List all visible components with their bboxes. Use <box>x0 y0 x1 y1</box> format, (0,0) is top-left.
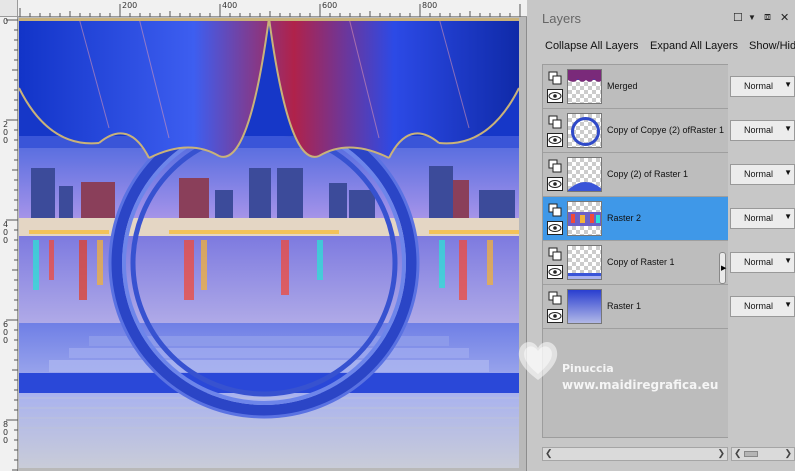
layer-group-icon[interactable] <box>548 203 562 217</box>
visibility-eye-icon[interactable] <box>547 265 563 279</box>
layer-name[interactable]: Copy (2) of Raster 1 <box>607 169 688 179</box>
ruler-left-label: 2 0 0 <box>3 120 9 145</box>
panel-splitter-handle[interactable]: ▶ <box>719 252 726 284</box>
layer-row-copy-2-of-raster-1[interactable]: Copy (2) of Raster 1 <box>543 153 748 197</box>
panel-header: Layers ☐ ▼ ⧈ ✕ <box>528 0 795 34</box>
chevron-down-icon: ▼ <box>784 256 792 265</box>
layers-toolbar: Collapse All Layers Expand All Layers Sh… <box>528 36 795 58</box>
pin-icon[interactable]: ⧈ <box>764 11 771 24</box>
layer-name[interactable]: Copy of Copye (2) ofRaster 1 <box>607 125 724 135</box>
ruler-top-label: 200 <box>122 1 138 10</box>
blend-mode-dropdown[interactable]: Normal ▼ <box>730 252 795 273</box>
layer-thumbnail <box>567 157 602 192</box>
layers-panel: Layers ☐ ▼ ⧈ ✕ Collapse All Layers Expan… <box>528 0 795 471</box>
layer-row-raster-1[interactable]: Raster 1 <box>543 285 748 329</box>
ruler-left-label: 6 0 0 <box>3 320 9 345</box>
visibility-eye-icon[interactable] <box>547 221 563 235</box>
blend-mode-dropdown[interactable]: Normal ▼ <box>730 208 795 229</box>
expand-all-layers-button[interactable]: Expand All Layers <box>650 40 738 52</box>
blend-mode-value: Normal <box>744 81 774 91</box>
collapse-all-layers-button[interactable]: Collapse All Layers <box>545 40 639 52</box>
layer-group-icon[interactable] <box>548 115 562 129</box>
blend-mode-value: Normal <box>744 257 774 267</box>
blend-mode-value: Normal <box>744 125 774 135</box>
canvas-area[interactable]: 200 400 600 800 0 2 0 0 4 0 0 6 0 0 8 0 … <box>0 0 527 471</box>
chevron-down-icon: ▼ <box>784 124 792 133</box>
visibility-eye-icon[interactable] <box>547 177 563 191</box>
ruler-corner <box>0 0 18 17</box>
layer-group-icon[interactable] <box>548 291 562 305</box>
layer-thumbnail <box>567 69 602 104</box>
ruler-left-label: 0 <box>3 17 9 26</box>
scrollbar-thumb[interactable] <box>744 451 758 457</box>
ruler-top-label: 800 <box>422 1 438 10</box>
document-canvas[interactable] <box>19 18 519 468</box>
horizontal-scrollbar-blend[interactable]: ❮ ❯ <box>731 447 795 461</box>
layer-name[interactable]: Copy of Raster 1 <box>607 257 675 267</box>
blend-mode-value: Normal <box>744 169 774 179</box>
ruler-top-label: 600 <box>322 1 338 10</box>
layer-group-icon[interactable] <box>548 247 562 261</box>
scroll-right-icon[interactable]: ❯ <box>717 448 725 459</box>
psp-workspace: 200 400 600 800 0 2 0 0 4 0 0 6 0 0 8 0 … <box>0 0 795 471</box>
layer-group-icon[interactable] <box>548 71 562 85</box>
visibility-eye-icon[interactable] <box>547 309 563 323</box>
show-hide-button[interactable]: Show/Hide <box>749 40 795 52</box>
layer-group-icon[interactable] <box>548 159 562 173</box>
layer-thumbnail <box>567 113 602 148</box>
blend-mode-dropdown[interactable]: Normal ▼ <box>730 76 795 97</box>
artwork-image <box>19 18 519 468</box>
layer-row-copy-of-copye-2-of-raster-1[interactable]: Copy of Copye (2) ofRaster 1 <box>543 109 748 153</box>
layer-row-raster-2[interactable]: Raster 2 <box>543 197 748 241</box>
layer-name[interactable]: Merged <box>607 81 638 91</box>
blend-mode-column: Normal ▼ Normal ▼ Normal ▼ Normal ▼ Normal ▼ … <box>728 64 795 438</box>
layer-thumbnail <box>567 245 602 280</box>
visibility-eye-icon[interactable] <box>547 89 563 103</box>
blend-mode-dropdown[interactable]: Normal ▼ <box>730 296 795 317</box>
chevron-down-icon: ▼ <box>784 168 792 177</box>
blend-mode-dropdown[interactable]: Normal ▼ <box>730 164 795 185</box>
layers-list[interactable]: Merged Copy of Copye (2) ofRaster 1 Copy… <box>542 64 748 438</box>
layer-row-copy-of-raster-1[interactable]: Copy of Raster 1 <box>543 241 748 285</box>
scroll-left-icon[interactable]: ❮ <box>545 448 553 459</box>
horizontal-scrollbar[interactable]: ❮ ❯ <box>542 447 728 461</box>
panel-title: Layers <box>542 11 582 26</box>
ruler-left-label: 8 0 0 <box>3 420 9 445</box>
blend-mode-value: Normal <box>744 301 774 311</box>
layer-name[interactable]: Raster 2 <box>607 213 641 223</box>
blend-mode-value: Normal <box>744 213 774 223</box>
chevron-down-icon: ▼ <box>784 212 792 221</box>
scroll-left-icon[interactable]: ❮ <box>734 448 742 459</box>
chevron-down-icon: ▼ <box>784 80 792 89</box>
blend-mode-dropdown[interactable]: Normal ▼ <box>730 120 795 141</box>
layer-thumbnail <box>567 201 602 236</box>
visibility-eye-icon[interactable] <box>547 133 563 147</box>
maximize-icon[interactable]: ☐ <box>733 11 743 24</box>
layer-name[interactable]: Raster 1 <box>607 301 641 311</box>
layer-thumbnail <box>567 289 602 324</box>
scroll-right-icon[interactable]: ❯ <box>784 448 792 459</box>
ruler-left: 0 2 0 0 4 0 0 6 0 0 8 0 0 <box>0 17 18 471</box>
close-icon[interactable]: ✕ <box>780 11 789 24</box>
ruler-top-label: 400 <box>222 1 238 10</box>
ruler-left-label: 4 0 0 <box>3 220 9 245</box>
chevron-down-icon: ▼ <box>784 300 792 309</box>
layer-row-merged[interactable]: Merged <box>543 65 748 109</box>
ruler-top: 200 400 600 800 <box>18 0 527 17</box>
ruler-top-ticks <box>19 4 521 17</box>
chevron-down-icon[interactable]: ▼ <box>748 13 756 22</box>
